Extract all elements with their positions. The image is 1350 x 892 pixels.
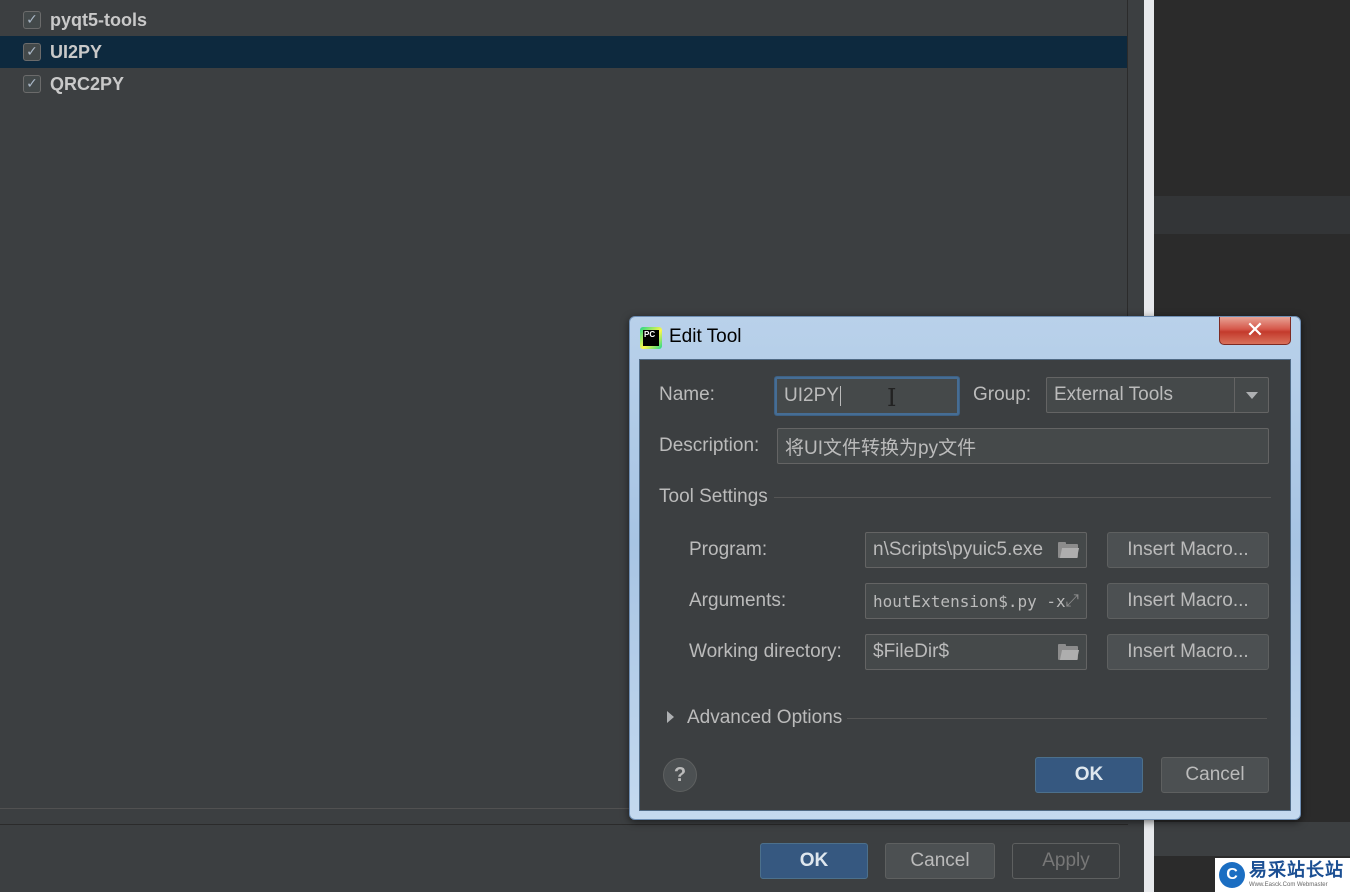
tool-checkbox-pyqt5-tools[interactable]: [23, 11, 41, 29]
dialog-titlebar[interactable]: PC Edit Tool ✕: [630, 317, 1300, 359]
description-field[interactable]: 将UI文件转换为py文件: [777, 428, 1269, 464]
settings-ok-button[interactable]: OK: [760, 843, 868, 879]
editor-band: [1154, 822, 1350, 856]
close-button[interactable]: ✕: [1219, 317, 1291, 345]
group-value: External Tools: [1054, 384, 1173, 405]
tool-item-qrc2py[interactable]: QRC2PY: [0, 68, 1128, 100]
tool-item-pyqt5-tools[interactable]: pyqt5-tools: [0, 4, 1128, 36]
insert-macro-program-button[interactable]: Insert Macro...: [1107, 532, 1269, 568]
arguments-field[interactable]: houtExtension$.py -x ⤢: [865, 583, 1087, 619]
chevron-down-icon[interactable]: [1234, 378, 1268, 412]
section-separator: [847, 718, 1267, 719]
working-directory-value: $FileDir$: [873, 641, 950, 662]
description-label: Description:: [659, 435, 760, 456]
tool-item-ui2py[interactable]: UI2PY: [0, 36, 1128, 68]
text-caret: [839, 386, 841, 406]
watermark-text: 易采站长站: [1249, 860, 1344, 881]
tool-label: QRC2PY: [50, 73, 125, 94]
tool-checkbox-ui2py[interactable]: [23, 43, 41, 61]
settings-apply-button[interactable]: Apply: [1012, 843, 1120, 879]
working-directory-label: Working directory:: [689, 641, 842, 662]
editor-band: [1154, 196, 1350, 234]
edit-tool-dialog: PC Edit Tool ✕ Name: UI2PY I Group: Exte…: [629, 316, 1301, 820]
group-combobox[interactable]: External Tools: [1046, 377, 1269, 413]
pycharm-icon: PC: [640, 327, 662, 349]
watermark-subtext: Www.Easck.Com Webmaster: [1249, 882, 1328, 888]
watermark-logo-icon: C: [1219, 862, 1245, 888]
tool-label: UI2PY: [50, 41, 103, 62]
ibeam-cursor-icon: I: [887, 384, 897, 412]
arguments-value: houtExtension$.py -x: [873, 591, 1066, 611]
name-value: UI2PY: [784, 385, 839, 406]
arguments-label: Arguments:: [689, 590, 787, 611]
dialog-ok-button[interactable]: OK: [1035, 757, 1143, 793]
insert-macro-working-directory-button[interactable]: Insert Macro...: [1107, 634, 1269, 670]
dialog-cancel-button[interactable]: Cancel: [1161, 757, 1269, 793]
dialog-body: Name: UI2PY I Group: External Tools Desc…: [639, 359, 1291, 811]
expand-arrow-icon[interactable]: [667, 711, 674, 723]
working-directory-field[interactable]: $FileDir$: [865, 634, 1087, 670]
insert-macro-arguments-button[interactable]: Insert Macro...: [1107, 583, 1269, 619]
folder-open-icon[interactable]: [1058, 542, 1080, 558]
footer-divider: [0, 824, 1128, 825]
close-icon: ✕: [1245, 318, 1265, 343]
name-field[interactable]: UI2PY I: [775, 377, 959, 415]
name-label: Name:: [659, 384, 715, 405]
expand-icon[interactable]: ⤢: [1065, 591, 1079, 611]
help-button[interactable]: ?: [663, 758, 697, 792]
section-separator: [774, 497, 1271, 498]
advanced-options-toggle[interactable]: Advanced Options: [687, 707, 842, 729]
tool-settings-title: Tool Settings: [659, 486, 768, 507]
tool-label: pyqt5-tools: [50, 9, 147, 30]
tool-checkbox-qrc2py[interactable]: [23, 75, 41, 93]
app-icon-text: PC: [644, 330, 656, 339]
dialog-title: Edit Tool: [669, 326, 742, 347]
program-field[interactable]: n\Scripts\pyuic5.exe: [865, 532, 1087, 568]
settings-cancel-button[interactable]: Cancel: [885, 843, 995, 879]
program-label: Program:: [689, 539, 768, 560]
folder-open-icon[interactable]: [1058, 644, 1080, 660]
site-watermark: C 易采站长站 Www.Easck.Com Webmaster: [1215, 858, 1350, 892]
program-value: n\Scripts\pyuic5.exe: [873, 539, 1044, 560]
group-label: Group:: [973, 384, 1032, 405]
